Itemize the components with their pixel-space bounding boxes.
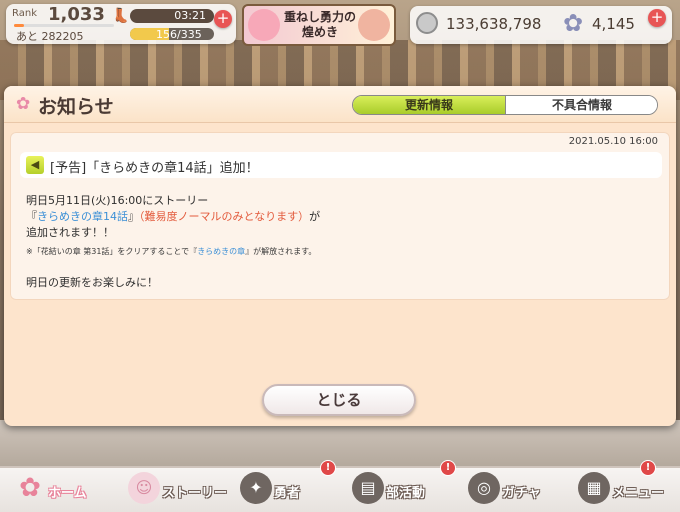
home-icon: ✿ (19, 473, 41, 503)
tab-bug-info[interactable]: 不具合情報 (505, 96, 657, 114)
club-alert-badge: ! (440, 460, 456, 476)
gem-icon: ✿ (562, 9, 584, 37)
notice-line-1: 明日5月11日(火)16:00にストーリー (26, 194, 209, 207)
dialog-title: お知らせ (38, 96, 114, 118)
event-character-left (248, 9, 280, 41)
background-desk (0, 420, 680, 470)
stamina-value: 156/335 (156, 28, 202, 41)
story-icon: ☺ (128, 472, 160, 504)
gem-value: 4,145 (592, 15, 635, 33)
menu-alert-badge: ! (640, 460, 656, 476)
nav-gacha[interactable]: ◎ ガチャ (460, 468, 570, 512)
rank-next-exp: あと 282205 (16, 30, 84, 43)
nav-hero[interactable]: ✦ 勇者 ! (232, 460, 342, 512)
hero-icon: ✦ (240, 472, 272, 504)
stamina-plus-button[interactable]: + (214, 10, 232, 28)
notice-closing: 明日の更新をお楽しみに！ (26, 276, 158, 289)
stamina-timer: 03:21 (130, 9, 214, 23)
nav-story[interactable]: ☺ ストーリー (120, 468, 230, 512)
notice-dialog: ✿ お知らせ 更新情報 不具合情報 2021.05.10 16:00 ◀ [予告… (4, 86, 676, 426)
boot-icon: 👢 (112, 8, 130, 24)
notice-heading: ◀ [予告]「きらめきの章14話」追加！ (20, 152, 662, 178)
event-banner[interactable]: 重ねし勇力の煌めき (242, 4, 396, 46)
event-banner-title: 重ねし勇力の煌めき (283, 10, 356, 39)
club-icon: ▤ (352, 472, 384, 504)
flower-icon: ✿ (16, 94, 31, 114)
tab-update-info[interactable]: 更新情報 (353, 96, 505, 114)
difficulty-note: （難易度ノーマルのみとなります） (139, 210, 310, 223)
story-link[interactable]: きらめきの章14話 (37, 210, 128, 223)
nav-label-home: ホーム (48, 486, 87, 501)
notice-title: [予告]「きらめきの章14話」追加！ (50, 161, 259, 176)
currency-panel: 133,638,798 ✿ 4,145 (410, 6, 672, 44)
nav-label-menu: メニュー (612, 486, 665, 501)
rank-value: 1,033 (48, 4, 105, 25)
rank-label: Rank (12, 8, 37, 19)
gem-plus-button[interactable]: + (648, 9, 666, 27)
nav-label-club: 部活動 (386, 486, 426, 501)
close-button[interactable]: とじる (262, 384, 416, 416)
nav-label-hero: 勇者 (274, 486, 301, 501)
back-arrow-icon[interactable]: ◀ (26, 156, 44, 174)
hero-alert-badge: ! (320, 460, 336, 476)
notice-date: 2021.05.10 16:00 (568, 136, 658, 147)
nav-menu[interactable]: ▦ メニュー ! (570, 460, 680, 512)
nav-club[interactable]: ▤ 部活動 ! (344, 460, 456, 512)
gacha-icon: ◎ (468, 472, 500, 504)
notice-footnote: ※「花結いの章 第31話」をクリアすることで『きらめきの章』が解放されます。 (26, 247, 317, 256)
coin-value: 133,638,798 (446, 15, 542, 33)
bottom-navigation: ✿ ホーム ☺ ストーリー ✦ 勇者 ! ▤ 部活動 ! ◎ ガチャ ▦ メニュ… (0, 460, 680, 512)
notice-content[interactable]: 2021.05.10 16:00 ◀ [予告]「きらめきの章14話」追加！ 明日… (10, 132, 670, 300)
nav-home[interactable]: ✿ ホーム (6, 468, 116, 512)
nav-label-gacha: ガチャ (502, 486, 541, 501)
notice-tabs: 更新情報 不具合情報 (352, 95, 658, 115)
event-character-right (358, 9, 390, 41)
notice-line-2: 『きらめきの章14話』（難易度ノーマルのみとなります）が (26, 210, 321, 223)
notice-line-3: 追加されます！！ (26, 226, 114, 239)
dialog-header: ✿ お知らせ 更新情報 不具合情報 (4, 86, 676, 123)
rank-progress-bar (14, 24, 114, 27)
menu-icon: ▦ (578, 472, 610, 504)
coin-icon (416, 12, 438, 34)
nav-label-story: ストーリー (162, 486, 228, 501)
player-status-panel: Rank 1,033 あと 282205 👢 03:21 156/335 (6, 4, 236, 44)
